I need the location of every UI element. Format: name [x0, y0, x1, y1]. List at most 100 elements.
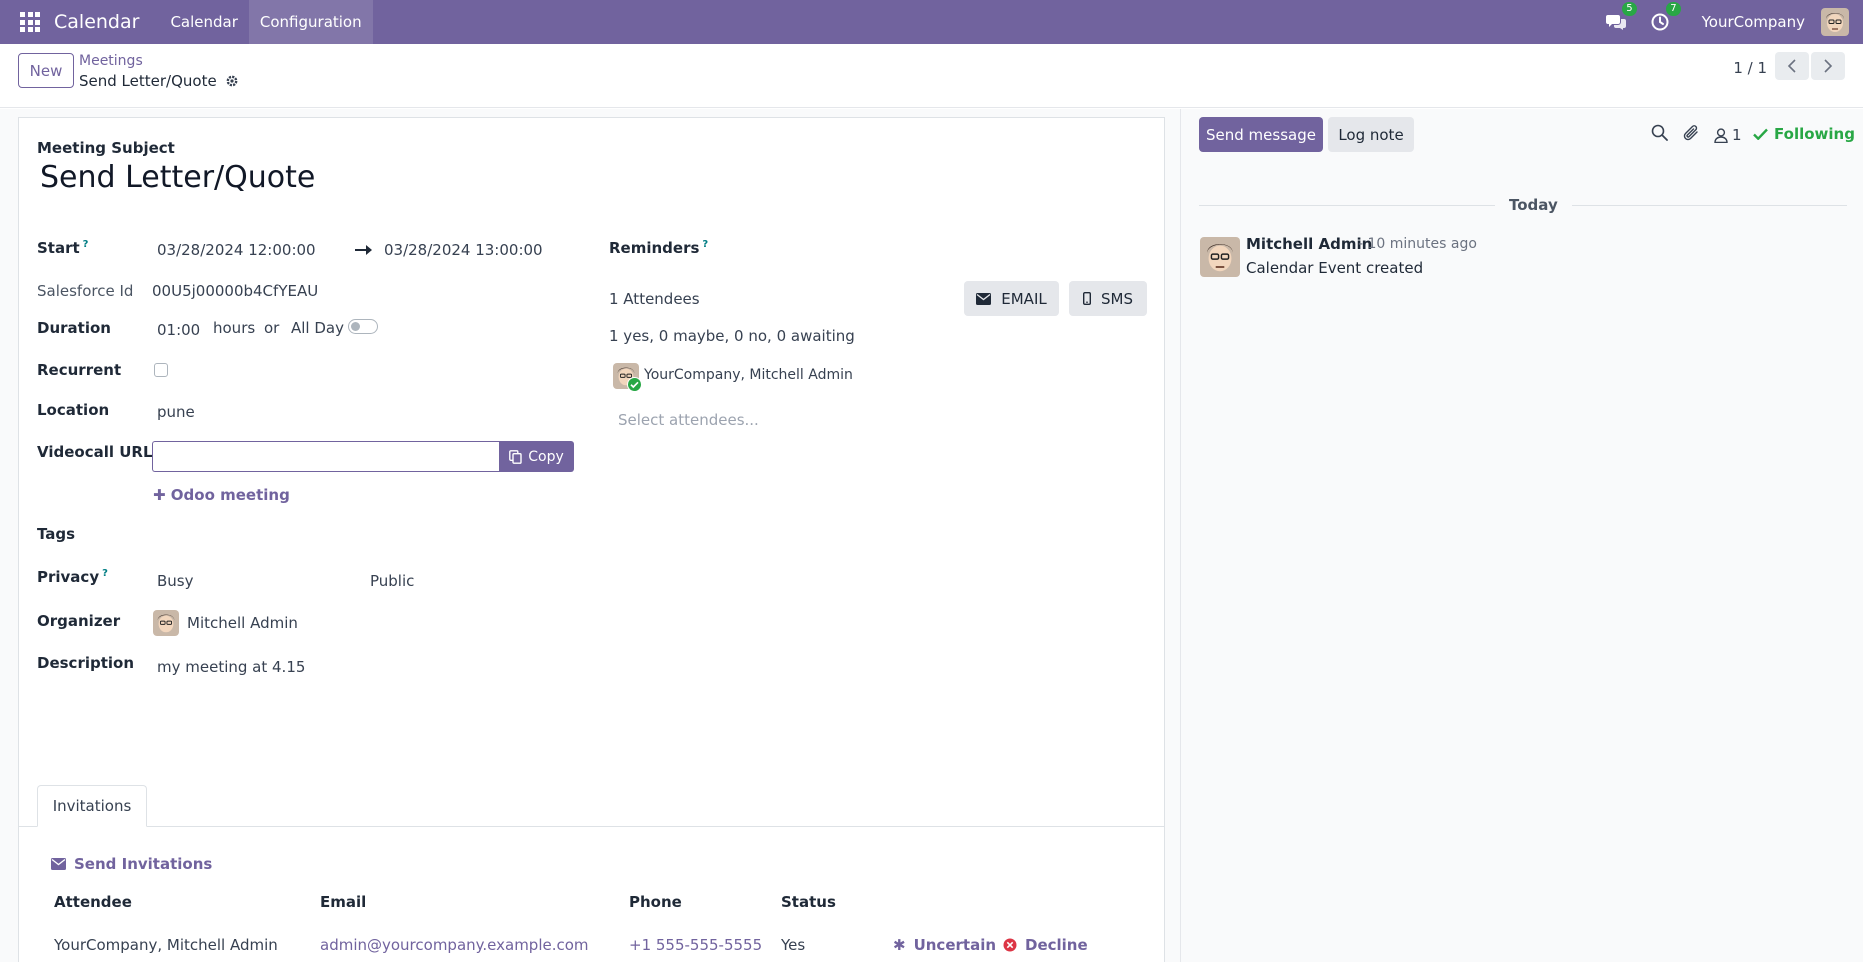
- user-icon: [1714, 127, 1728, 143]
- start-label-text: Start: [37, 239, 80, 257]
- row-email-link[interactable]: admin@yourcompany.example.com: [320, 936, 589, 954]
- menu-calendar[interactable]: Calendar: [159, 0, 248, 44]
- organizer-field[interactable]: Mitchell Admin: [187, 614, 298, 632]
- privacy-label: Privacy?: [37, 568, 108, 586]
- check-icon: [1753, 128, 1768, 140]
- activities-badge: 7: [1666, 2, 1681, 16]
- row-attendee: YourCompany, Mitchell Admin: [54, 936, 278, 954]
- avatar-face-icon: [1821, 8, 1849, 36]
- copy-button-label: Copy: [528, 448, 564, 465]
- app-brand[interactable]: Calendar: [54, 11, 139, 33]
- row-status: Yes: [781, 936, 806, 954]
- sms-button-label: SMS: [1101, 289, 1133, 308]
- message-author[interactable]: Mitchell Admin: [1246, 235, 1372, 253]
- column-status[interactable]: Status: [781, 893, 836, 911]
- salesforce-id-label: Salesforce Id: [37, 282, 134, 300]
- pager-previous-button[interactable]: [1775, 52, 1809, 80]
- uncertain-label: Uncertain: [913, 936, 997, 954]
- breadcrumb-meetings[interactable]: Meetings: [79, 53, 143, 69]
- help-icon[interactable]: ?: [102, 568, 108, 579]
- apps-menu-icon[interactable]: [20, 12, 40, 32]
- avatar-face-icon: [1200, 237, 1240, 277]
- menu-configuration[interactable]: Configuration: [248, 0, 373, 44]
- help-icon[interactable]: ?: [83, 239, 89, 250]
- attendees-input[interactable]: Select attendees...: [618, 411, 759, 429]
- decline-button[interactable]: Decline: [1003, 936, 1088, 954]
- following-button[interactable]: Following: [1753, 125, 1855, 143]
- activities-button[interactable]: 7: [1648, 2, 1681, 34]
- allday-label: All Day: [291, 319, 344, 337]
- pager-value[interactable]: 1 / 1: [1733, 59, 1767, 77]
- videocall-url-label: Videocall URL: [37, 443, 153, 461]
- subject-field[interactable]: Send Letter/Quote: [40, 160, 315, 195]
- attendee-tag[interactable]: YourCompany, Mitchell Admin: [644, 367, 853, 383]
- allday-toggle[interactable]: [348, 319, 378, 334]
- column-email[interactable]: Email: [320, 893, 366, 911]
- description-label: Description: [37, 654, 135, 672]
- recurrent-label: Recurrent: [37, 361, 122, 379]
- top-navbar: Calendar Calendar Configuration 5 7 Your…: [0, 0, 1863, 44]
- copy-icon: [509, 449, 522, 464]
- column-phone[interactable]: Phone: [629, 893, 682, 911]
- arrow-right-icon: [355, 245, 372, 255]
- sms-button[interactable]: SMS: [1069, 281, 1147, 316]
- copy-button[interactable]: Copy: [499, 441, 574, 472]
- followers-button[interactable]: 1: [1714, 126, 1742, 144]
- column-attendee[interactable]: Attendee: [54, 893, 132, 911]
- privacy-field[interactable]: Public: [370, 572, 414, 590]
- pager-next-button[interactable]: [1811, 52, 1845, 80]
- email-button-label: EMAIL: [1001, 289, 1047, 308]
- accepted-check-icon: [627, 377, 642, 392]
- send-invitations-button[interactable]: Send Invitations: [51, 855, 212, 873]
- show-as-field[interactable]: Busy: [157, 572, 194, 590]
- subject-label: Meeting Subject: [37, 139, 175, 157]
- gear-icon[interactable]: [225, 74, 239, 88]
- or-label: or: [264, 319, 280, 337]
- paperclip-icon[interactable]: [1683, 124, 1700, 142]
- tags-label: Tags: [37, 525, 76, 543]
- odoo-meeting-link[interactable]: ✚ Odoo meeting: [153, 486, 290, 504]
- chevron-left-icon: [1787, 59, 1796, 73]
- search-icon[interactable]: [1651, 124, 1668, 141]
- email-button[interactable]: EMAIL: [964, 281, 1059, 316]
- start-datetime-field[interactable]: 03/28/2024 12:00:00: [157, 241, 316, 259]
- salesforce-id-value: 00U5j00000b4CfYEAU: [152, 282, 319, 300]
- row-phone-link[interactable]: +1 555-555-5555: [629, 936, 762, 954]
- privacy-label-text: Privacy: [37, 568, 100, 586]
- organizer-avatar: [153, 610, 179, 636]
- location-label: Location: [37, 401, 110, 419]
- avatar-face-icon: [153, 610, 179, 636]
- new-button[interactable]: New: [18, 53, 74, 88]
- user-avatar[interactable]: [1821, 8, 1849, 36]
- tab-invitations[interactable]: Invitations: [37, 785, 147, 827]
- log-note-button[interactable]: Log note: [1328, 117, 1414, 152]
- mobile-phone-icon: [1083, 292, 1091, 305]
- message-author-avatar[interactable]: [1200, 237, 1240, 277]
- send-message-button[interactable]: Send message: [1199, 117, 1323, 152]
- reminders-field[interactable]: [710, 236, 1150, 262]
- location-field[interactable]: pune: [157, 403, 195, 421]
- uncertain-button[interactable]: ✱ Uncertain: [893, 936, 996, 954]
- end-datetime-field[interactable]: 03/28/2024 13:00:00: [384, 241, 543, 259]
- decline-label: Decline: [1025, 936, 1088, 954]
- control-panel: New Meetings Send Letter/Quote 1 / 1: [0, 44, 1863, 108]
- help-icon[interactable]: ?: [702, 239, 708, 250]
- duration-label: Duration: [37, 319, 111, 337]
- envelope-icon: [976, 292, 992, 305]
- duration-field[interactable]: 01:00: [157, 321, 200, 339]
- message-body: Calendar Event created: [1246, 259, 1424, 277]
- date-separator: Today: [1495, 196, 1572, 214]
- videocall-url-input[interactable]: [152, 441, 500, 472]
- company-switcher[interactable]: YourCompany: [1702, 13, 1805, 31]
- asterisk-icon: ✱: [893, 936, 906, 954]
- messages-badge: 5: [1622, 2, 1637, 16]
- clock-icon: [1651, 13, 1669, 31]
- recurrent-checkbox[interactable]: [154, 363, 168, 377]
- chevron-right-icon: [1824, 59, 1833, 73]
- following-label: Following: [1774, 125, 1855, 143]
- reminders-label: Reminders?: [609, 239, 708, 257]
- messages-button[interactable]: 5: [1604, 2, 1637, 34]
- send-invitations-label: Send Invitations: [74, 855, 213, 873]
- tags-field[interactable]: [152, 520, 572, 548]
- description-field[interactable]: my meeting at 4.15: [157, 658, 305, 676]
